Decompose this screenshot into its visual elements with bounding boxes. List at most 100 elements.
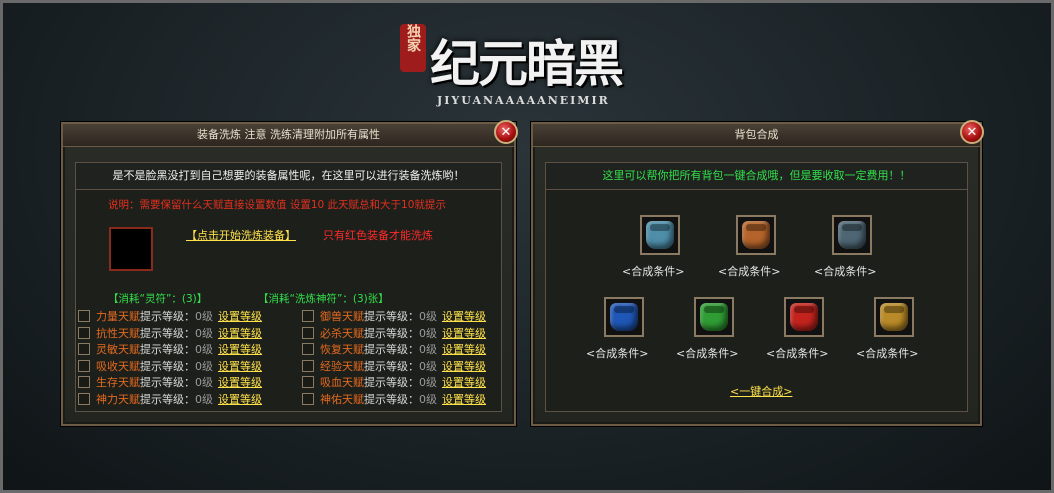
talent-name: 神佑天赋 [320, 392, 364, 406]
talent-hint-label: 提示等级： [140, 359, 195, 373]
merge-condition-label[interactable]: <合成条件> [586, 345, 648, 361]
talent-name: 经验天赋 [320, 359, 364, 373]
panel-title: 背包合成 [533, 124, 980, 147]
talent-level-value: 0级 [195, 359, 213, 373]
set-level-link[interactable]: 设置等级 [218, 325, 262, 341]
bag-steel-icon[interactable] [832, 215, 872, 255]
bag-gold-icon[interactable] [874, 297, 914, 337]
set-level-link[interactable]: 设置等级 [442, 341, 486, 357]
talent-hint-label: 提示等级： [364, 310, 419, 324]
equipment-slot[interactable] [109, 227, 153, 271]
set-level-link[interactable]: 设置等级 [442, 325, 486, 341]
set-level-link[interactable]: 设置等级 [442, 391, 486, 407]
merge-condition-label[interactable]: <合成条件> [676, 345, 738, 361]
logo-badge-text: 独家 [405, 24, 421, 52]
refine-description: 说明：需要保留什么天赋直接设置数值 设置10 此天赋总和大于10就提示 [108, 199, 446, 211]
set-level-link[interactable]: 设置等级 [442, 358, 486, 374]
talent-checkbox[interactable] [78, 359, 90, 372]
talent-checkbox[interactable] [302, 376, 314, 389]
talent-level-value: 0级 [195, 376, 213, 390]
talent-hint-label: 提示等级： [364, 343, 419, 357]
bag-orange-icon[interactable] [736, 215, 776, 255]
bag-light-blue-icon[interactable] [640, 215, 680, 255]
talent-hint-label: 提示等级： [140, 326, 195, 340]
talent-level-value: 0级 [419, 343, 437, 357]
talent-list-right: 御兽天赋 提示等级： 0级 设置等级 必杀天赋 提示等级： 0级 设置等级 恢复天赋 提示等级： 0… [302, 308, 486, 407]
talent-checkbox[interactable] [302, 310, 314, 323]
talent-name: 抗性天赋 [96, 326, 140, 340]
talent-checkbox[interactable] [78, 392, 90, 405]
set-level-link[interactable]: 设置等级 [218, 308, 262, 324]
set-level-link[interactable]: 设置等级 [218, 341, 262, 357]
merge-condition-label[interactable]: <合成条件> [718, 263, 780, 279]
set-level-link[interactable]: 设置等级 [442, 308, 486, 324]
set-level-link[interactable]: 设置等级 [218, 374, 262, 390]
close-icon[interactable]: ✕ [494, 120, 518, 144]
red-equipment-note: 只有红色装备才能洗炼 [323, 229, 433, 242]
pouch-icon [742, 221, 770, 249]
merge-notice: 这里可以帮你把所有背包一键合成哦，但是要收取一定费用！！ [546, 163, 967, 190]
talent-row: 神佑天赋 提示等级： 0级 设置等级 [302, 391, 486, 408]
logo-title: 纪元暗黑 [430, 34, 624, 93]
talent-name: 吸血天赋 [320, 376, 364, 390]
close-icon[interactable]: ✕ [960, 120, 984, 144]
bag-red-icon[interactable] [784, 297, 824, 337]
talent-row: 必杀天赋 提示等级： 0级 设置等级 [302, 325, 486, 342]
talent-level-value: 0级 [419, 376, 437, 390]
talent-level-value: 0级 [419, 392, 437, 406]
pouch-icon [646, 221, 674, 249]
talent-level-value: 0级 [419, 359, 437, 373]
pouch-icon [880, 303, 908, 331]
talent-row: 生存天赋 提示等级： 0级 设置等级 [78, 374, 262, 391]
talent-row: 吸收天赋 提示等级： 0级 设置等级 [78, 358, 262, 375]
set-level-link[interactable]: 设置等级 [218, 391, 262, 407]
talent-checkbox[interactable] [302, 392, 314, 405]
merge-condition-label[interactable]: <合成条件> [856, 345, 918, 361]
talent-checkbox[interactable] [302, 343, 314, 356]
panel-title: 装备洗炼 注意 洗练清理附加所有属性 [63, 124, 514, 147]
talent-hint-label: 提示等级： [140, 392, 195, 406]
bag-merge-panel: 背包合成 ✕ 这里可以帮你把所有背包一键合成哦，但是要收取一定费用！！ <一键合… [531, 120, 984, 426]
pouch-icon [790, 303, 818, 331]
talent-row: 御兽天赋 提示等级： 0级 设置等级 [302, 308, 486, 325]
talent-hint-label: 提示等级： [364, 392, 419, 406]
talent-level-value: 0级 [195, 392, 213, 406]
talent-row: 经验天赋 提示等级： 0级 设置等级 [302, 358, 486, 375]
set-level-link[interactable]: 设置等级 [218, 358, 262, 374]
talent-name: 御兽天赋 [320, 310, 364, 324]
talent-hint-label: 提示等级： [140, 310, 195, 324]
talent-name: 生存天赋 [96, 376, 140, 390]
merge-condition-label[interactable]: <合成条件> [622, 263, 684, 279]
start-refine-link[interactable]: 【点击开始洗炼装备】 [186, 227, 296, 243]
talent-hint-label: 提示等级： [364, 376, 419, 390]
merge-all-link[interactable]: <一键合成> [730, 383, 792, 399]
talent-row: 神力天赋 提示等级： 0级 设置等级 [78, 391, 262, 408]
bag-green-icon[interactable] [694, 297, 734, 337]
cost-refine-rune: 【消耗“洗炼神符”：(3)张】 [258, 293, 389, 305]
talent-name: 必杀天赋 [320, 326, 364, 340]
talent-checkbox[interactable] [302, 359, 314, 372]
talent-row: 力量天赋 提示等级： 0级 设置等级 [78, 308, 262, 325]
talent-hint-label: 提示等级： [140, 343, 195, 357]
talent-name: 灵敏天赋 [96, 343, 140, 357]
talent-level-value: 0级 [195, 326, 213, 340]
pouch-icon [700, 303, 728, 331]
bag-blue-icon[interactable] [604, 297, 644, 337]
set-level-link[interactable]: 设置等级 [442, 374, 486, 390]
merge-condition-label[interactable]: <合成条件> [814, 263, 876, 279]
merge-content: 这里可以帮你把所有背包一键合成哦，但是要收取一定费用！！ <一键合成> <合成条… [545, 162, 968, 412]
talent-checkbox[interactable] [78, 326, 90, 339]
talent-list-left: 力量天赋 提示等级： 0级 设置等级 抗性天赋 提示等级： 0级 设置等级 灵敏天赋 提示等级： 0… [78, 308, 262, 407]
talent-checkbox[interactable] [78, 343, 90, 356]
talent-checkbox[interactable] [78, 376, 90, 389]
game-logo: 独家 纪元暗黑 JIYUANAAAAANEIMIR [400, 14, 660, 114]
talent-name: 神力天赋 [96, 392, 140, 406]
talent-checkbox[interactable] [302, 326, 314, 339]
talent-checkbox[interactable] [78, 310, 90, 323]
talent-name: 吸收天赋 [96, 359, 140, 373]
talent-row: 灵敏天赋 提示等级： 0级 设置等级 [78, 341, 262, 358]
refine-notice: 是不是脸黑没打到自己想要的装备属性呢，在这里可以进行装备洗炼哟！ [76, 163, 501, 190]
merge-condition-label[interactable]: <合成条件> [766, 345, 828, 361]
talent-level-value: 0级 [195, 310, 213, 324]
talent-hint-label: 提示等级： [364, 326, 419, 340]
